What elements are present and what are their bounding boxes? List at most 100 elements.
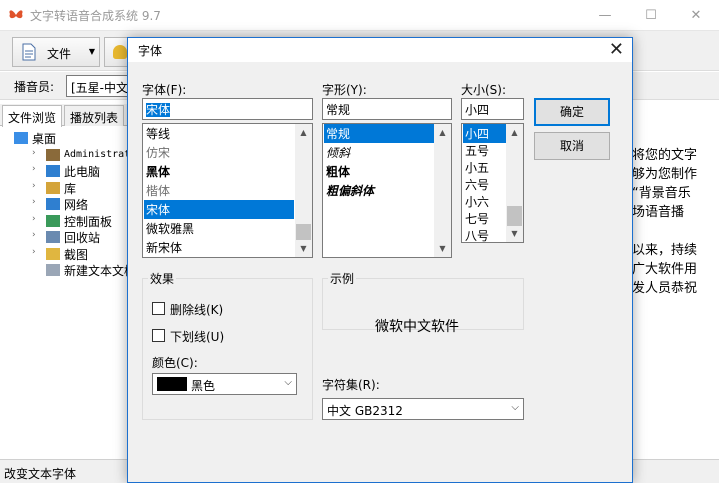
list-item[interactable]: 楷体 [144, 181, 294, 200]
dialog-titlebar: 字体 ✕ [128, 38, 632, 62]
strikeout-label: 删除线(K) [170, 303, 224, 317]
file-menu-button[interactable]: 文件 ▼ [12, 37, 100, 67]
tree-item[interactable]: › Administrator [0, 147, 142, 164]
color-select[interactable]: 黑色 ⌵ [152, 373, 297, 395]
text-line: 以来，持续 [632, 243, 698, 258]
scroll-up-icon[interactable]: ▲ [434, 124, 451, 141]
scroll-down-icon[interactable]: ▼ [295, 240, 312, 257]
font-list[interactable]: ▲ ▼ 等线 仿宋 黑体 楷体 宋体 微软雅黑 新宋体 [142, 123, 313, 258]
text-line: 发人员恭祝 [632, 281, 698, 296]
list-item[interactable]: 粗偏斜体 [324, 181, 434, 200]
list-item[interactable]: 常规 [324, 124, 434, 143]
file-menu-label: 文件 [47, 47, 72, 61]
underline-checkbox[interactable] [152, 329, 165, 342]
color-swatch [157, 377, 187, 391]
list-item[interactable]: 倾斜 [324, 143, 434, 162]
font-style-input[interactable]: 常规 [322, 98, 452, 120]
font-size-list[interactable]: ▲ ▼ 小四 五号 小五 六号 小六 七号 八号 [461, 123, 524, 243]
tree-item[interactable]: › 网络 [0, 196, 130, 213]
reader-select[interactable]: [五星-中文 [66, 75, 130, 97]
butterfly-app-icon [9, 10, 23, 19]
folder-icon [46, 247, 60, 260]
font-label: 字体(F): [142, 83, 187, 97]
list-item[interactable]: 新宋体 [144, 238, 294, 257]
list-item[interactable]: 八号 [463, 226, 506, 242]
tree-item[interactable]: › 库 [0, 180, 130, 197]
close-button[interactable]: ✕ [673, 0, 719, 31]
scroll-up-icon[interactable]: ▲ [295, 124, 312, 141]
chevron-down-icon: ⌵ [511, 402, 519, 413]
expand-icon[interactable]: › [32, 247, 36, 257]
font-list-scrollbar[interactable]: ▲ ▼ [295, 124, 312, 257]
strikeout-checkbox[interactable] [152, 302, 165, 315]
chevron-down-icon: ⌵ [284, 377, 292, 388]
text-line: 将您的文字 [632, 148, 698, 163]
text-file-icon [46, 264, 60, 276]
font-name-value: 宋体 [146, 103, 171, 117]
list-item[interactable]: 微软雅黑 [144, 219, 294, 238]
scroll-up-icon[interactable]: ▲ [506, 124, 523, 141]
list-item[interactable]: 等线 [144, 124, 294, 143]
font-dialog: 字体 ✕ 字体(F): 宋体 ▲ ▼ 等线 仿宋 黑体 楷体 宋体 微软雅黑 新宋体 字形(… [127, 37, 633, 483]
bell-icon [113, 45, 127, 59]
left-tabs: 文件浏览 播放列表 [0, 104, 130, 127]
tab-file-browser[interactable]: 文件浏览 [2, 105, 63, 127]
expand-icon[interactable]: › [32, 214, 36, 224]
list-item[interactable]: 黑体 [144, 162, 294, 181]
tree-item-label: 控制面板 [64, 214, 113, 229]
control-panel-icon [46, 214, 60, 227]
tree-item[interactable]: › 此电脑 [0, 163, 130, 180]
cancel-button[interactable]: 取消 [534, 132, 610, 160]
app-titlebar: 文字转语音合成系统 9.7 — ☐ ✕ [0, 0, 719, 31]
dialog-title: 字体 [138, 44, 163, 58]
maximize-button[interactable]: ☐ [628, 0, 674, 31]
font-name-input[interactable]: 宋体 [142, 98, 313, 120]
tree-item[interactable]: › 截图 [0, 246, 130, 263]
editor-text[interactable]: 将您的文字 够为您制作 “背景音乐 场语音播 以来，持续 广大软件用 发人员恭祝 [632, 146, 718, 298]
text-line: 够为您制作 [632, 167, 698, 182]
tree-item-label: 库 [64, 181, 77, 196]
dialog-close-button[interactable]: ✕ [609, 39, 624, 60]
size-label: 大小(S): [461, 83, 507, 97]
charset-value: 中文 GB2312 [327, 404, 403, 418]
ok-button[interactable]: 确定 [534, 98, 610, 126]
chevron-down-icon: ▼ [88, 47, 95, 56]
expand-icon[interactable]: › [32, 164, 36, 174]
file-browser-pane: 文件浏览 播放列表 桌面 › Administrator › 此电脑 › 库 › 网络 › 控制面板… [0, 104, 142, 459]
computer-icon [46, 165, 60, 177]
charset-select[interactable]: 中文 GB2312 ⌵ [322, 398, 524, 420]
folder-tree: 桌面 › Administrator › 此电脑 › 库 › 网络 › 控制面板 › 回收站 › 截图 新建文… [0, 130, 142, 279]
scroll-thumb[interactable] [296, 224, 311, 240]
scroll-down-icon[interactable]: ▼ [506, 225, 523, 242]
library-icon [46, 181, 60, 194]
sample-text: 微软中文软件 [375, 319, 459, 335]
color-label: 颜色(C): [152, 356, 198, 370]
scroll-thumb[interactable] [507, 206, 522, 226]
font-size-input[interactable]: 小四 [461, 98, 524, 120]
app-title: 文字转语音合成系统 9.7 [30, 9, 161, 23]
tree-item-label: 截图 [64, 247, 89, 262]
tree-item[interactable]: 新建文本文档. [0, 262, 140, 279]
tab-playlist[interactable]: 播放列表 [64, 105, 125, 126]
list-item[interactable]: 粗体 [324, 162, 434, 181]
expand-icon[interactable]: › [32, 181, 36, 191]
scroll-down-icon[interactable]: ▼ [434, 240, 451, 257]
minimize-button[interactable]: — [582, 0, 628, 31]
tree-item[interactable]: › 控制面板 [0, 213, 130, 230]
font-style-value: 常规 [326, 103, 351, 117]
expand-icon[interactable]: › [32, 230, 36, 240]
style-label: 字形(Y): [322, 83, 367, 97]
sample-label: 示例 [328, 270, 357, 287]
style-list-scrollbar[interactable]: ▲ ▼ [434, 124, 451, 257]
tree-item[interactable]: 桌面 [0, 130, 130, 147]
charset-label: 字符集(R): [322, 378, 380, 392]
recycle-bin-icon [46, 231, 60, 243]
expand-icon[interactable]: › [32, 148, 36, 158]
list-item[interactable]: 宋体 [144, 200, 294, 219]
expand-icon[interactable]: › [32, 197, 36, 207]
size-list-scrollbar[interactable]: ▲ ▼ [506, 124, 523, 242]
list-item[interactable]: 仿宋 [144, 143, 294, 162]
font-style-list[interactable]: ▲ ▼ 常规 倾斜 粗体 粗偏斜体 [322, 123, 452, 258]
tree-item[interactable]: › 回收站 [0, 229, 130, 246]
text-line: “背景音乐 [632, 186, 691, 201]
